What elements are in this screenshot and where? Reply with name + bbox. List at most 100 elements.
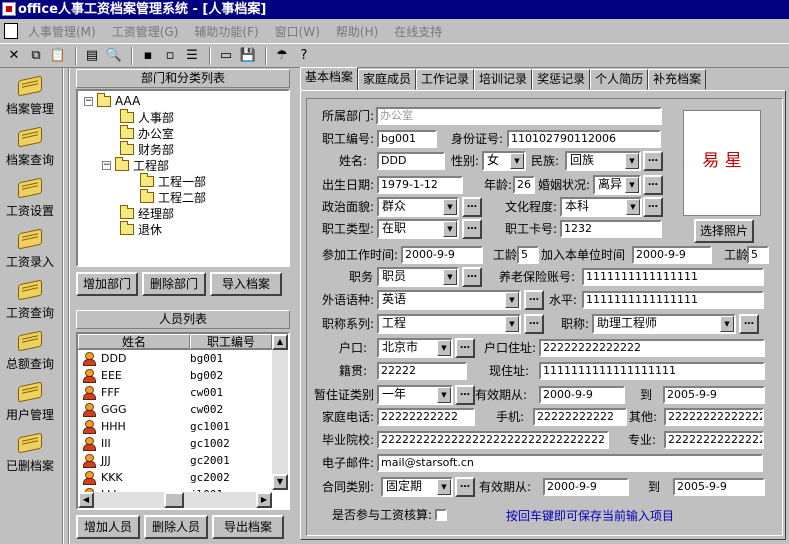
titleseries-select[interactable]: 工程 ▼ [377,314,521,334]
marital-select[interactable]: 离异 ▼ [593,175,641,195]
help-icon[interactable]: ☂ [272,46,292,66]
dropdown-arrow-icon[interactable]: ▼ [720,316,734,332]
position-ellipsis-button[interactable]: … [462,267,482,287]
context-help-icon[interactable]: ? [294,46,314,66]
tree-node-aaa[interactable]: − AAA [84,92,140,109]
address-field[interactable]: 1111111111111111111 [539,362,765,380]
table-row[interactable]: EEE bg002 [78,367,288,384]
menu-online-support[interactable]: 在线支持 [386,23,450,40]
marital-ellipsis-button[interactable]: … [643,175,663,195]
tree-node[interactable]: 办公室 [120,124,174,141]
contract-select[interactable]: 固定期 ▼ [381,477,453,497]
paste-icon[interactable]: 📋 [48,46,68,66]
save-icon[interactable]: 💾 [238,46,258,66]
permit-select[interactable]: 一年 ▼ [377,385,453,405]
hukou-ellipsis-button[interactable]: … [455,338,475,358]
level-field[interactable]: 1111111111111111 [582,291,764,309]
nav-archive-management[interactable]: 档案管理 [0,68,60,118]
nav-salary-query[interactable]: 工资查询 [0,272,60,322]
table-row[interactable]: III gc1002 [78,435,288,452]
nav-archive-query[interactable]: 档案查询 [0,119,60,169]
joinwork-field[interactable]: 2000-9-9 [401,246,483,264]
emptype-ellipsis-button[interactable]: … [462,219,482,239]
tab-training[interactable]: 培训记录 [474,69,533,90]
column-empno[interactable]: 职工编号 [190,334,272,349]
table-row[interactable]: FFF cw001 [78,384,288,401]
scroll-down-icon[interactable]: ▼ [272,474,288,490]
pension-field[interactable]: 1111111111111111 [582,268,764,286]
hukou-select[interactable]: 北京市 ▼ [377,338,453,358]
nation-ellipsis-button[interactable]: … [643,151,663,171]
empno-field[interactable]: bg001 [377,130,437,148]
dropdown-arrow-icon[interactable]: ▼ [625,153,639,169]
large-icons-icon[interactable]: ▪ [138,46,158,66]
table-row[interactable]: HHH gc1001 [78,418,288,435]
choose-photo-button[interactable]: 选择照片 [694,219,754,243]
native-field[interactable]: 22222 [377,362,467,380]
hukouaddr-field[interactable]: 22222222222222 [539,339,765,357]
contract-to-field[interactable]: 2005-9-9 [673,478,765,496]
collapse-icon[interactable]: − [102,160,111,170]
tab-work[interactable]: 工作记录 [416,69,475,90]
add-staff-button[interactable]: 增加人员 [76,515,140,539]
column-name[interactable]: 姓名 [78,334,190,349]
titleseries-ellipsis-button[interactable]: … [524,314,544,334]
menu-help[interactable]: 帮助(H) [328,23,386,40]
delete-dept-button[interactable]: 删除部门 [142,272,206,296]
nav-user-management[interactable]: 用户管理 [0,374,60,424]
contract-from-field[interactable]: 2000-9-9 [543,478,629,496]
dropdown-arrow-icon[interactable]: ▼ [437,479,451,495]
nav-salary-entry[interactable]: 工资录入 [0,221,60,271]
dropdown-arrow-icon[interactable]: ▼ [443,199,457,215]
tree-node[interactable]: 工程一部 [140,172,206,189]
tree-node[interactable]: 退休 [120,220,162,237]
dropdown-arrow-icon[interactable]: ▼ [626,199,640,215]
education-select[interactable]: 本科 ▼ [560,197,642,217]
title-select[interactable]: 助理工程师 ▼ [592,314,736,334]
staff-hscrollbar[interactable]: ◀ ▶ [78,492,272,508]
scroll-up-icon[interactable]: ▲ [272,334,288,350]
table-row[interactable]: KKK gc2002 [78,469,288,486]
education-ellipsis-button[interactable]: … [643,197,663,217]
name-field[interactable]: DDD [377,152,445,170]
language-ellipsis-button[interactable]: … [524,290,544,310]
political-select[interactable]: 群众 ▼ [377,197,459,217]
dropdown-arrow-icon[interactable]: ▼ [510,153,524,169]
dept-field[interactable]: 办公室 [376,107,662,125]
payroll-checkbox[interactable] [435,509,447,521]
scroll-thumb[interactable] [164,492,184,508]
export-archive-button[interactable]: 导出档案 [212,515,284,539]
nav-deleted-archives[interactable]: 已删档案 [0,425,60,475]
permit-to-field[interactable]: 2005-9-9 [663,386,765,404]
card-field[interactable]: 1232 [560,220,662,238]
card-icon[interactable]: ▭ [216,46,236,66]
tab-family[interactable]: 家庭成员 [358,69,417,90]
menu-window[interactable]: 窗口(W) [267,23,328,40]
nav-total-query[interactable]: 总额查询 [0,323,60,373]
emptype-select[interactable]: 在职 ▼ [377,219,459,239]
dropdown-arrow-icon[interactable]: ▼ [505,292,519,308]
staff-scrollbar[interactable]: ▲ ▼ [272,334,288,490]
nation-select[interactable]: 回族 ▼ [565,151,641,171]
tree-node[interactable]: 工程二部 [140,188,206,205]
small-icons-icon[interactable]: ▫ [160,46,180,66]
zoom-icon[interactable]: 🔍 [104,46,124,66]
table-row[interactable]: GGG cw002 [78,401,288,418]
tab-supplement[interactable]: 补充档案 [648,69,707,90]
dropdown-arrow-icon[interactable]: ▼ [505,316,519,332]
print-preview-icon[interactable]: ▤ [82,46,102,66]
import-archive-button[interactable]: 导入档案 [210,272,282,296]
other-field[interactable]: 22222222222222 [664,408,764,426]
collapse-icon[interactable]: − [84,96,93,106]
dropdown-arrow-icon[interactable]: ▼ [437,340,451,356]
email-field[interactable]: mail@starsoft.cn [377,454,763,472]
birth-field[interactable]: 1979-1-12 [377,176,463,194]
tree-node[interactable]: 人事部 [120,108,174,125]
age-field[interactable]: 26 [513,176,535,194]
title-ellipsis-button[interactable]: … [739,314,759,334]
add-dept-button[interactable]: 增加部门 [76,272,138,296]
homephone-field[interactable]: 22222222222 [377,408,475,426]
list-view-icon[interactable]: ☰ [182,46,202,66]
tree-node[interactable]: 经理部 [120,204,174,221]
nav-salary-settings[interactable]: 工资设置 [0,170,60,220]
